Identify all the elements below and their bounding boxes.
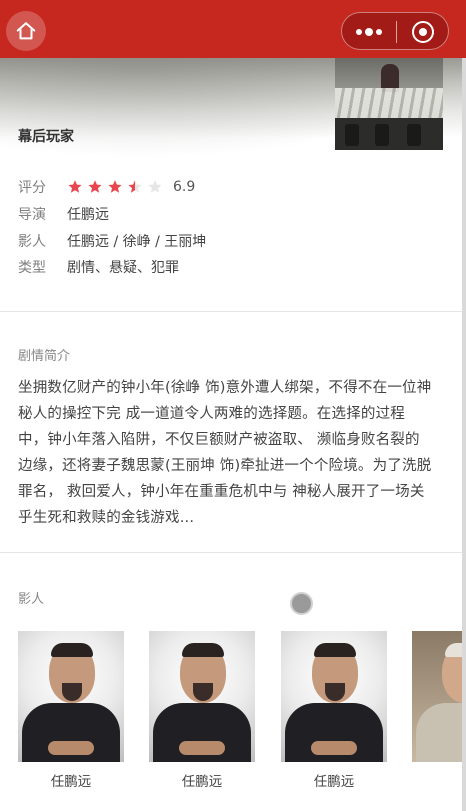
rating-stars (67, 179, 163, 195)
director-row: 导演 任鹏远 (18, 204, 109, 224)
more-dots-icon (356, 29, 362, 35)
cast-list[interactable]: 任鹏远 任鹏远 任鹏远 徐 (18, 631, 466, 791)
scroll-indicator[interactable] (290, 592, 313, 615)
cast-photo (412, 631, 466, 762)
movie-title: 幕后玩家 (18, 129, 74, 145)
rating-label: 评分 (18, 180, 46, 196)
movie-poster[interactable] (335, 58, 443, 150)
photo-hair (51, 643, 93, 657)
rating-value: 6.9 (173, 179, 196, 195)
poster-papers (335, 88, 443, 118)
synopsis-title: 剧情简介 (18, 349, 71, 364)
director-label: 导演 (18, 207, 46, 223)
home-icon (16, 22, 36, 40)
cast-value: 任鹏远 / 徐峥 / 王丽坤 (67, 234, 207, 250)
cast-card[interactable]: 任鹏远 (18, 631, 124, 790)
synopsis-text[interactable]: 坐拥数亿财产的钟小年(徐峥 饰)意外遭人绑架，不得不在一位神秘人的操控下完 成一… (18, 375, 433, 531)
divider (0, 552, 466, 553)
cast-name: 任鹏远 (313, 774, 355, 790)
genre-label: 类型 (18, 260, 46, 276)
mini-program-capsule (341, 12, 449, 50)
capsule-divider (396, 21, 397, 43)
photo-hair (182, 643, 224, 657)
poster-chair (375, 124, 389, 146)
cast-card[interactable]: 任鹏远 (149, 631, 255, 790)
star-icon (108, 180, 122, 193)
poster-chair (407, 124, 421, 146)
poster-chair (345, 124, 359, 146)
cast-row: 影人 任鹏远 / 徐峥 / 王丽坤 (18, 231, 206, 251)
more-dot (365, 28, 373, 36)
home-button[interactable] (6, 11, 46, 51)
star-icon (68, 180, 82, 193)
photo-body (416, 703, 466, 762)
photo-hair (314, 643, 356, 657)
cast-name: 任鹏远 (50, 774, 92, 790)
photo-hands (48, 741, 94, 755)
cast-card[interactable]: 徐 (412, 631, 466, 790)
more-button[interactable] (356, 26, 386, 38)
photo-hands (311, 741, 357, 755)
cast-section-title: 影人 (18, 592, 45, 607)
genre-value: 剧情、悬疑、犯罪 (67, 260, 179, 276)
genre-row: 类型 剧情、悬疑、犯罪 (18, 257, 179, 277)
star-icon (88, 180, 102, 193)
navigation-bar (0, 0, 466, 58)
cast-photo (149, 631, 255, 762)
target-icon (419, 28, 427, 36)
star-icon (148, 180, 162, 193)
star-icon (128, 180, 142, 193)
photo-hands (179, 741, 225, 755)
cast-name: 任鹏远 (181, 774, 223, 790)
more-dot (376, 29, 382, 35)
close-button[interactable] (412, 21, 434, 43)
cast-photo (281, 631, 387, 762)
cast-photo (18, 631, 124, 762)
divider (0, 311, 466, 312)
cast-card[interactable]: 任鹏远 (281, 631, 387, 790)
scrollbar-track[interactable] (462, 58, 466, 811)
director-value: 任鹏远 (67, 207, 109, 223)
cast-label: 影人 (18, 234, 46, 250)
rating-row: 评分 6.9 (18, 177, 195, 197)
